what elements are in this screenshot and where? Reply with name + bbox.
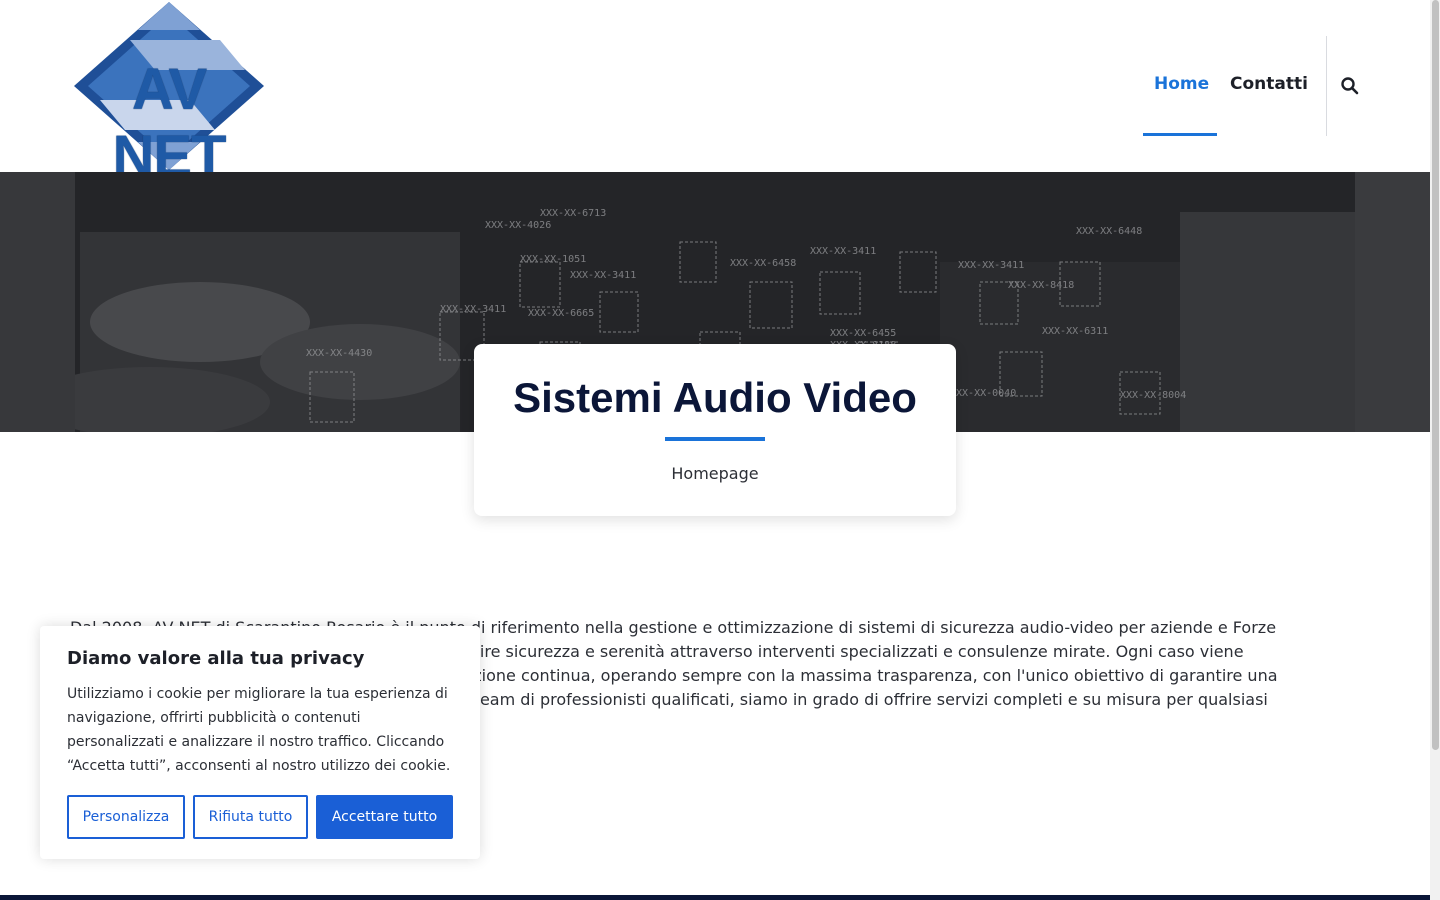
nav-active-indicator bbox=[1143, 133, 1217, 136]
page-scrollbar[interactable] bbox=[1430, 0, 1440, 900]
logo-text: AV NET bbox=[112, 57, 227, 189]
page-title-card: Sistemi Audio Video Homepage bbox=[474, 344, 956, 516]
accept-all-button[interactable]: Accettare tutto bbox=[316, 795, 453, 839]
site-header: AV NET Home Contatti bbox=[0, 0, 1430, 189]
nav-contatti[interactable]: Contatti bbox=[1230, 74, 1308, 94]
page-title: Sistemi Audio Video bbox=[513, 374, 917, 421]
cookie-consent-banner: Diamo valore alla tua privacy Utilizziam… bbox=[40, 626, 480, 859]
cookie-description: Utilizziamo i cookie per migliorare la t… bbox=[67, 686, 451, 774]
footer-strip bbox=[0, 895, 1430, 900]
search-button[interactable] bbox=[1340, 76, 1362, 98]
nav-divider bbox=[1326, 36, 1327, 136]
customize-button[interactable]: Personalizza bbox=[67, 795, 185, 839]
cookie-title: Diamo valore alla tua privacy bbox=[67, 648, 365, 669]
search-icon bbox=[1341, 77, 1359, 95]
scrollbar-thumb[interactable] bbox=[1432, 0, 1439, 750]
reject-all-button[interactable]: Rifiuta tutto bbox=[193, 795, 308, 839]
title-underline bbox=[665, 437, 765, 441]
breadcrumb[interactable]: Homepage bbox=[474, 464, 956, 483]
nav-home[interactable]: Home bbox=[1154, 74, 1209, 94]
site-logo[interactable]: AV NET bbox=[70, 0, 268, 189]
